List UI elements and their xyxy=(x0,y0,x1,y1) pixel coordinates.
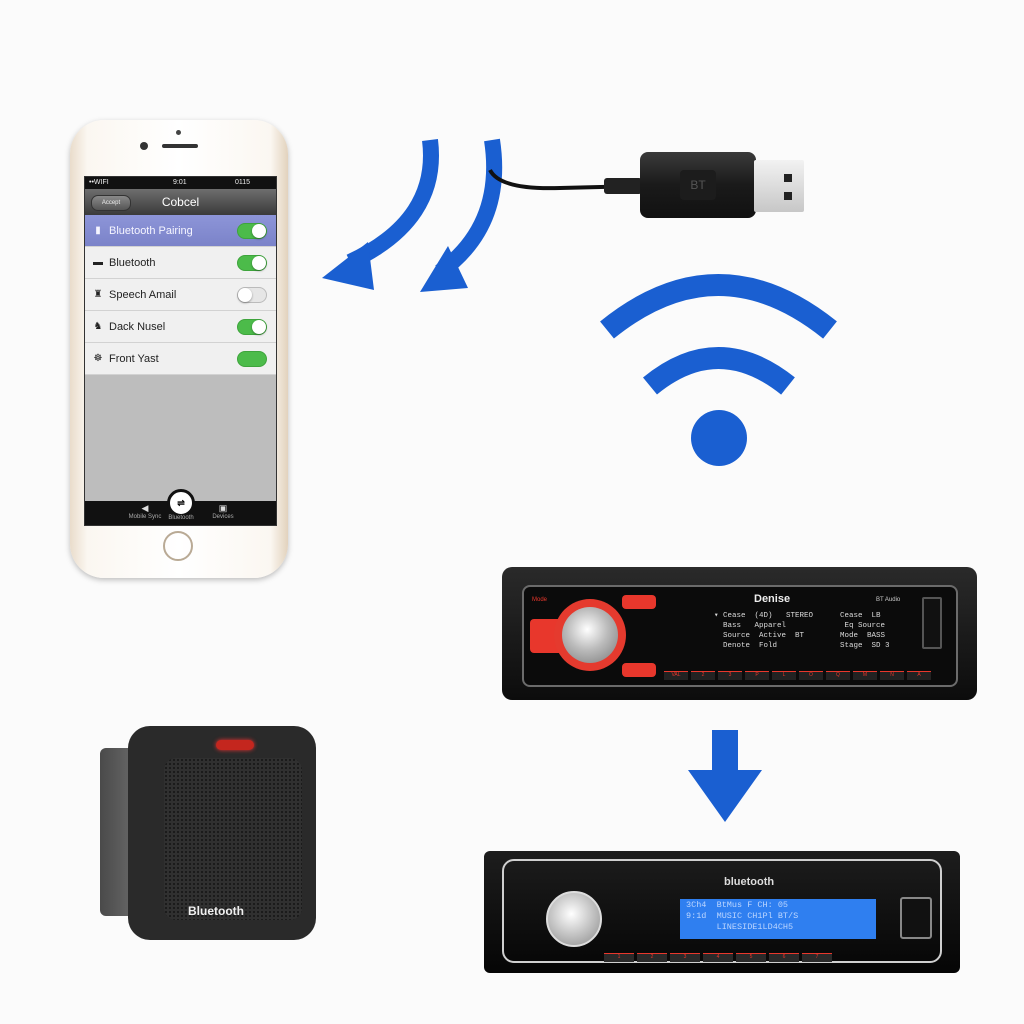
preset-keys: VAL 2 3 P L O Q M N A xyxy=(664,671,931,680)
display-line: Denote Fold Stage SD 3 xyxy=(714,642,890,650)
preset-keys: 1234567 xyxy=(604,953,832,962)
down-arrow-icon xyxy=(688,730,762,822)
usb-port xyxy=(922,597,942,649)
stereo-brand: bluetooth xyxy=(724,876,775,888)
display-line: Bass Apparel Eq Source xyxy=(714,622,886,630)
preset-key[interactable]: 1 xyxy=(604,953,634,962)
volume-knob[interactable] xyxy=(562,607,618,663)
preset-key[interactable]: N xyxy=(880,671,904,680)
preset-key[interactable]: 2 xyxy=(691,671,715,680)
speaker-brand-label: Bluetooth xyxy=(188,904,244,918)
preset-key[interactable]: A xyxy=(907,671,931,680)
car-stereo-bottom: bluetooth 3Ch4 BtMus F CH: 05 9:1d MUSIC … xyxy=(484,851,960,973)
stereo-brand: Denise xyxy=(754,593,791,605)
usb-port xyxy=(900,897,932,939)
preset-key[interactable]: 3 xyxy=(670,953,700,962)
wifi-signal-icon xyxy=(600,274,837,466)
preset-key[interactable]: 6 xyxy=(769,953,799,962)
preset-key[interactable]: Q xyxy=(826,671,850,680)
preset-key[interactable]: O xyxy=(799,671,823,680)
preset-key[interactable]: P xyxy=(745,671,769,680)
usb-connector xyxy=(754,160,804,212)
preset-key[interactable]: L xyxy=(772,671,796,680)
bluetooth-usb-dongle: BT xyxy=(640,152,756,218)
mode-label: Mode xyxy=(532,597,548,603)
stereo-lcd-display: 3Ch4 BtMus F CH: 05 9:1d MUSIC CH1Pl BT/S… xyxy=(680,899,876,939)
bt-audio-label: BT Audio xyxy=(876,597,901,603)
car-stereo-top: Mode Denise ▾ Cease (4D) STEREO Cease LB… xyxy=(502,567,977,700)
preset-key[interactable]: M xyxy=(853,671,877,680)
preset-key[interactable]: 2 xyxy=(637,953,667,962)
up-button[interactable] xyxy=(622,595,656,609)
display-line: ▾ Cease (4D) STEREO Cease LB xyxy=(714,612,881,620)
down-button[interactable] xyxy=(622,663,656,677)
stereo-faceplate: bluetooth 3Ch4 BtMus F CH: 05 9:1d MUSIC … xyxy=(502,859,942,963)
speaker-grille xyxy=(164,758,302,920)
display-line: 3Ch4 BtMus F CH: 05 xyxy=(686,900,789,910)
bluetooth-speaker: Bluetooth xyxy=(128,726,316,940)
stereo-display: ▾ Cease (4D) STEREO Cease LB Bass Appare… xyxy=(714,611,919,667)
display-line: LINESIDE1LD4CH5 xyxy=(686,922,794,932)
power-led xyxy=(216,740,254,750)
dongle-logo: BT xyxy=(680,170,716,200)
display-line: Source Active BT Mode BASS xyxy=(714,632,886,640)
preset-key[interactable]: 7 xyxy=(802,953,832,962)
display-line: 9:1d MUSIC CH1Pl BT/S xyxy=(686,911,799,921)
preset-key[interactable]: 5 xyxy=(736,953,766,962)
cable-strain-relief xyxy=(604,178,642,194)
preset-key[interactable]: 4 xyxy=(703,953,733,962)
volume-knob[interactable] xyxy=(546,891,602,947)
preset-key[interactable]: 3 xyxy=(718,671,742,680)
stereo-faceplate: Mode Denise ▾ Cease (4D) STEREO Cease LB… xyxy=(522,585,958,687)
preset-key[interactable]: VAL xyxy=(664,671,688,680)
curved-arrow-left-icon xyxy=(322,139,439,290)
